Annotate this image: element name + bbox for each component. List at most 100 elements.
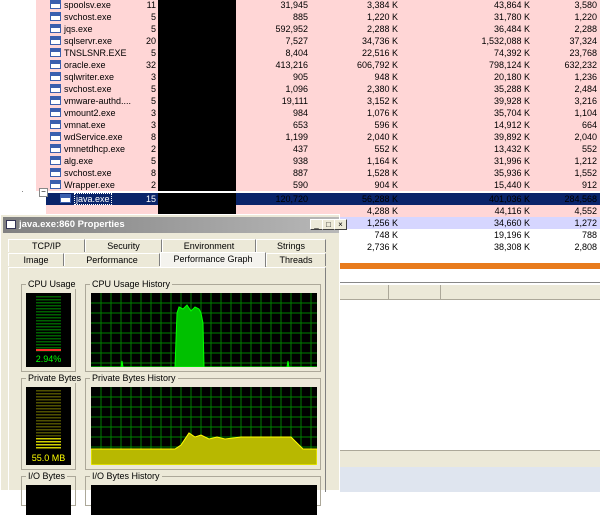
tab-security[interactable]: Security: [85, 239, 162, 252]
process-col2: 948 K: [374, 72, 398, 82]
tab-performance-graph[interactable]: Performance Graph: [160, 252, 266, 267]
process-col1: 938: [292, 156, 308, 166]
process-row[interactable]: jqs.exe 5 592,952 2,288 K 36,484 K 2,288: [0, 23, 600, 35]
process-priority: 3: [142, 71, 158, 83]
tab-threads[interactable]: Threads: [266, 253, 326, 266]
process-name-cell[interactable]: sqlservr.exe: [36, 35, 142, 47]
process-row[interactable]: spoolsv.exe 11 31,945 3,384 K 43,864 K 3,580: [0, 0, 600, 11]
process-icon: [50, 72, 61, 81]
process-row[interactable]: sqlwriter.exe 3 905 948 K 20,180 K 1,236: [0, 71, 600, 83]
dialog-titlebar[interactable]: java.exe:860 Properties _ □ ×: [3, 217, 347, 233]
tab-image[interactable]: Image: [8, 253, 64, 266]
io-bytes-label: I/O Bytes: [26, 471, 68, 481]
tab-strings[interactable]: Strings: [256, 239, 326, 252]
process-name-cell[interactable]: vmware-authd....: [36, 95, 142, 107]
process-name-cell[interactable]: vmnat.exe: [36, 119, 142, 131]
process-icon: [50, 156, 61, 165]
process-col3: 35,936 K: [493, 168, 530, 178]
process-col1: 653: [292, 120, 308, 130]
process-name-cell[interactable]: java.exe: [46, 193, 142, 205]
process-cpu-graph: [158, 35, 236, 47]
process-col3: 31,780 K: [493, 12, 530, 22]
close-button[interactable]: ×: [334, 219, 347, 230]
process-col4: 3,580: [574, 0, 597, 10]
process-row[interactable]: Wrapper.exe 2 590 904 K 15,440 K 912: [0, 179, 600, 191]
process-name-cell[interactable]: wdService.exe: [36, 131, 142, 143]
tab-environment[interactable]: Environment: [162, 239, 256, 252]
process-name-cell[interactable]: Wrapper.exe: [36, 179, 142, 191]
process-name-cell[interactable]: vmount2.exe: [36, 107, 142, 119]
process-col3: 401,036 K: [488, 194, 530, 204]
process-name: java.exe: [74, 193, 112, 205]
process-row[interactable]: alg.exe 5 938 1,164 K 31,996 K 1,212: [0, 155, 600, 167]
private-bytes-group: Private Bytes 55.0 MB: [21, 373, 84, 470]
cpu-usage-meter: 2.94%: [26, 293, 71, 367]
process-row[interactable]: svchost.exe 5 885 1,220 K 31,780 K 1,220: [0, 11, 600, 23]
process-row[interactable]: svchost.exe 5 1,096 2,380 K 35,288 K 2,484: [0, 83, 600, 95]
process-name-cell[interactable]: jqs.exe: [36, 23, 142, 35]
process-row[interactable]: vmnat.exe 3 653 596 K 14,912 K 664: [0, 119, 600, 131]
process-cpu-graph: [158, 47, 236, 59]
process-row[interactable]: vmnetdhcp.exe 2 437 552 K 13,432 K 552: [0, 143, 600, 155]
process-row[interactable]: TNSLSNR.EXE 5 8,404 22,516 K 74,392 K 23,768: [0, 47, 600, 59]
process-col3: 35,704 K: [493, 108, 530, 118]
process-name-cell[interactable]: alg.exe: [36, 155, 142, 167]
process-col4: 912: [581, 180, 597, 190]
io-bytes-group: I/O Bytes: [21, 471, 76, 515]
private-history-group: Private Bytes History: [85, 373, 321, 470]
process-row[interactable]: svchost.exe 8 887 1,528 K 35,936 K 1,552: [0, 167, 600, 179]
tab-performance[interactable]: Performance: [64, 253, 160, 266]
process-col1: 437: [292, 144, 308, 154]
process-priority: 5: [142, 155, 158, 167]
horizontal-scrollbar[interactable]: [340, 450, 600, 467]
lower-pane[interactable]: [340, 282, 600, 492]
process-name: sqlwriter.exe: [64, 72, 115, 82]
process-name-cell[interactable]: sqlwriter.exe: [36, 71, 142, 83]
process-cpu-graph: [158, 131, 236, 143]
process-col2: 2,288 K: [366, 24, 398, 34]
process-priority: 11: [142, 0, 158, 11]
process-cpu-graph: [158, 11, 236, 23]
process-cpu-graph: [158, 71, 236, 83]
process-row[interactable]: java.exe 15 120,720 56,288 K 401,036 K 284,56…: [0, 193, 600, 205]
process-name: Wrapper.exe: [64, 180, 115, 190]
process-col2: 22,516 K: [361, 48, 398, 58]
process-col4: 284,568: [564, 194, 597, 204]
process-priority: 32: [142, 59, 158, 71]
process-name: vmnat.exe: [64, 120, 106, 130]
process-col4: 4,552: [574, 206, 597, 216]
process-name: sqlservr.exe: [64, 36, 113, 46]
process-col2: 552 K: [374, 144, 398, 154]
process-name-cell[interactable]: vmnetdhcp.exe: [36, 143, 142, 155]
tab-tcpip[interactable]: TCP/IP: [8, 239, 85, 252]
process-row[interactable]: vmount2.exe 3 984 1,076 K 35,704 K 1,104: [0, 107, 600, 119]
process-col3: 74,392 K: [493, 48, 530, 58]
process-icon: [50, 120, 61, 129]
process-name-cell[interactable]: svchost.exe: [36, 11, 142, 23]
process-col3: 13,432 K: [493, 144, 530, 154]
process-icon: [50, 12, 61, 21]
process-name-cell[interactable]: oracle.exe: [36, 59, 142, 71]
cpu-usage-value: 2.94%: [35, 354, 62, 364]
process-row[interactable]: wdService.exe 8 1,199 2,040 K 39,892 K 2,040: [0, 131, 600, 143]
process-priority: 2: [142, 143, 158, 155]
process-name-cell[interactable]: TNSLSNR.EXE: [36, 47, 142, 59]
process-col4: 2,484: [574, 84, 597, 94]
process-name: vmnetdhcp.exe: [64, 144, 126, 154]
private-bytes-label: Private Bytes: [26, 373, 84, 383]
process-icon: [50, 180, 61, 189]
process-col4: 1,272: [574, 218, 597, 228]
process-name-cell[interactable]: spoolsv.exe: [36, 0, 142, 11]
process-col4: 23,768: [569, 48, 597, 58]
process-cpu-graph: [158, 179, 236, 191]
process-name-cell[interactable]: svchost.exe: [36, 167, 142, 179]
process-row[interactable]: vmware-authd.... 5 19,111 3,152 K 39,928 K 3,…: [0, 95, 600, 107]
process-name-cell[interactable]: svchost.exe: [36, 83, 142, 95]
process-row[interactable]: oracle.exe 32 413,216 606,792 K 798,124 K 632…: [0, 59, 600, 71]
process-col4: 2,288: [574, 24, 597, 34]
tree-collapse-toggle[interactable]: −: [39, 188, 48, 197]
process-name: jqs.exe: [64, 24, 93, 34]
process-name: vmount2.exe: [64, 108, 116, 118]
process-row[interactable]: sqlservr.exe 20 7,527 34,736 K 1,532,088 K 37…: [0, 35, 600, 47]
cpu-usage-group: CPU Usage 2.94%: [21, 279, 78, 372]
